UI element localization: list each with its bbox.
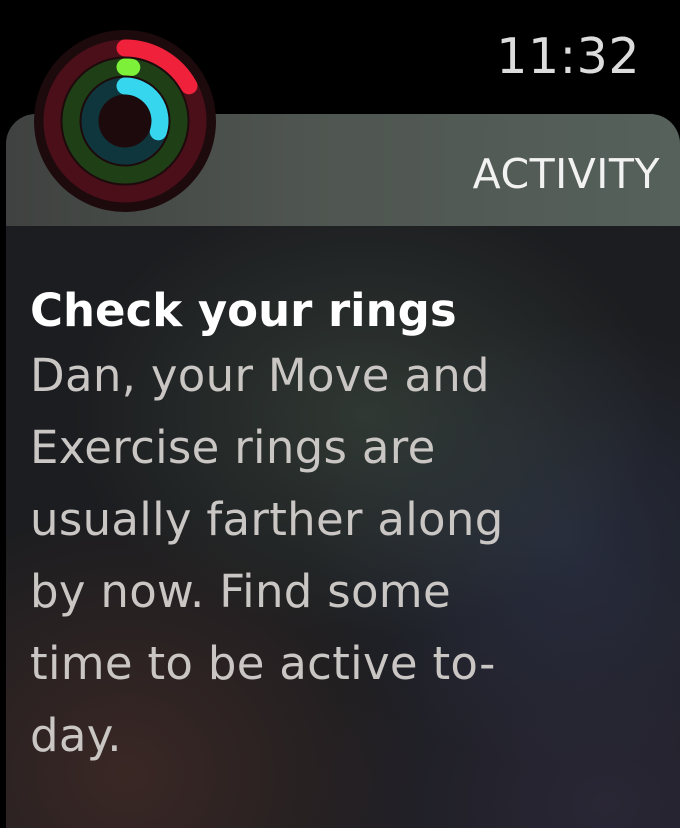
- icon-background: [34, 30, 216, 212]
- notification-card[interactable]: ACTIVITY Check your rings Dan, your Move…: [6, 114, 680, 828]
- app-name-label: ACTIVITY: [472, 150, 660, 198]
- clock-time: 11:32: [496, 28, 640, 85]
- notification-content: Check your rings Dan, your Move and Exer…: [30, 282, 660, 772]
- activity-rings-icon: [34, 30, 216, 212]
- notification-title: Check your rings: [30, 284, 457, 337]
- notification-body: Dan, your Move and Exercise rings are us…: [30, 349, 504, 762]
